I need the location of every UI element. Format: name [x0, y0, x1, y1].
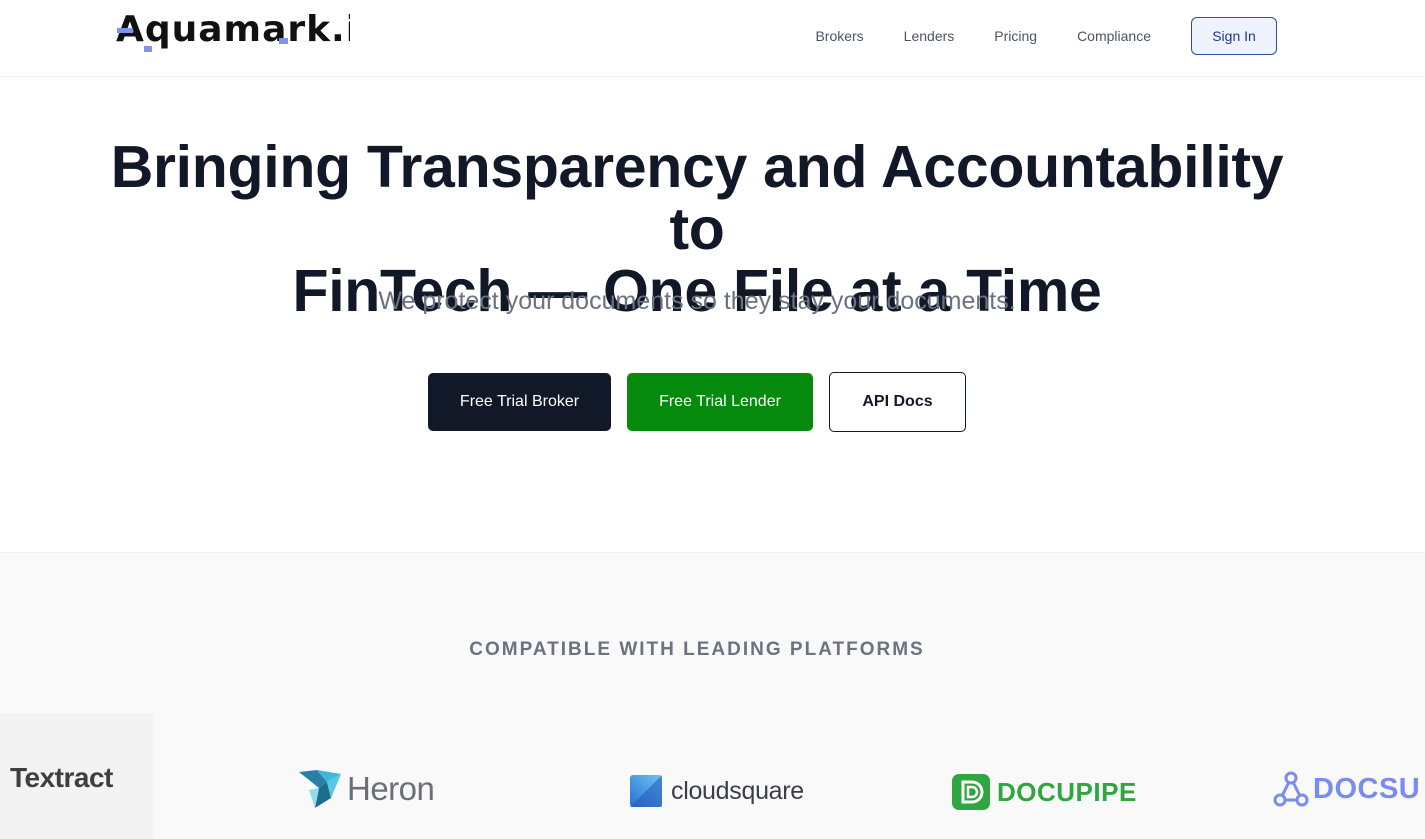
- nav-compliance[interactable]: Compliance: [1077, 28, 1151, 44]
- docsu-logo: DOCSU: [1273, 770, 1420, 808]
- platforms-title: COMPATIBLE WITH LEADING PLATFORMS: [469, 639, 925, 660]
- nav-lenders[interactable]: Lenders: [904, 28, 955, 44]
- cta-buttons: Free Trial Broker Free Trial Lender API …: [428, 372, 966, 432]
- platforms-section: COMPATIBLE WITH LEADING PLATFORMS Textra…: [0, 552, 1425, 839]
- heron-bird-icon: [299, 770, 341, 808]
- main-nav: Brokers Lenders Pricing Compliance Sign …: [815, 17, 1277, 55]
- textract-logo: Textract: [0, 713, 153, 839]
- api-docs-button[interactable]: API Docs: [829, 372, 966, 432]
- site-header: Aquamark.io Brokers Lenders Pricing Comp…: [0, 0, 1425, 77]
- logo-text: Aquamark.io: [116, 9, 350, 50]
- hero-title-line1: Bringing Transparency and Accountability…: [110, 134, 1284, 262]
- free-trial-broker-button[interactable]: Free Trial Broker: [428, 373, 611, 431]
- nav-pricing[interactable]: Pricing: [994, 28, 1037, 44]
- hero-subtitle: We protect your documents so they stay y…: [378, 287, 1016, 315]
- platform-logo-strip: Textract Heron cloudsquare DOCUPIPE DOCS…: [0, 713, 1425, 839]
- nav-brokers[interactable]: Brokers: [815, 28, 863, 44]
- cloudsquare-icon: [630, 775, 662, 807]
- aquamark-logo[interactable]: Aquamark.io: [116, 8, 350, 54]
- cloudsquare-logo: cloudsquare: [629, 774, 804, 808]
- aquamark-logo-mark: Aquamark.io: [116, 9, 350, 52]
- textract-wordmark: Textract: [10, 761, 113, 793]
- docsu-icon: [1273, 771, 1309, 807]
- cloudsquare-wordmark: cloudsquare: [671, 776, 804, 805]
- docupipe-wordmark: DOCUPIPE: [997, 776, 1137, 807]
- free-trial-lender-button[interactable]: Free Trial Lender: [627, 373, 813, 431]
- sign-in-button[interactable]: Sign In: [1191, 17, 1277, 55]
- docupipe-logo: DOCUPIPE: [951, 773, 1137, 811]
- heron-wordmark: Heron: [347, 770, 435, 807]
- hero-section: Bringing Transparency and Accountability…: [0, 77, 1425, 552]
- docsu-wordmark: DOCSU: [1313, 772, 1421, 805]
- docupipe-icon: [952, 774, 990, 810]
- heron-logo: Heron: [297, 768, 435, 810]
